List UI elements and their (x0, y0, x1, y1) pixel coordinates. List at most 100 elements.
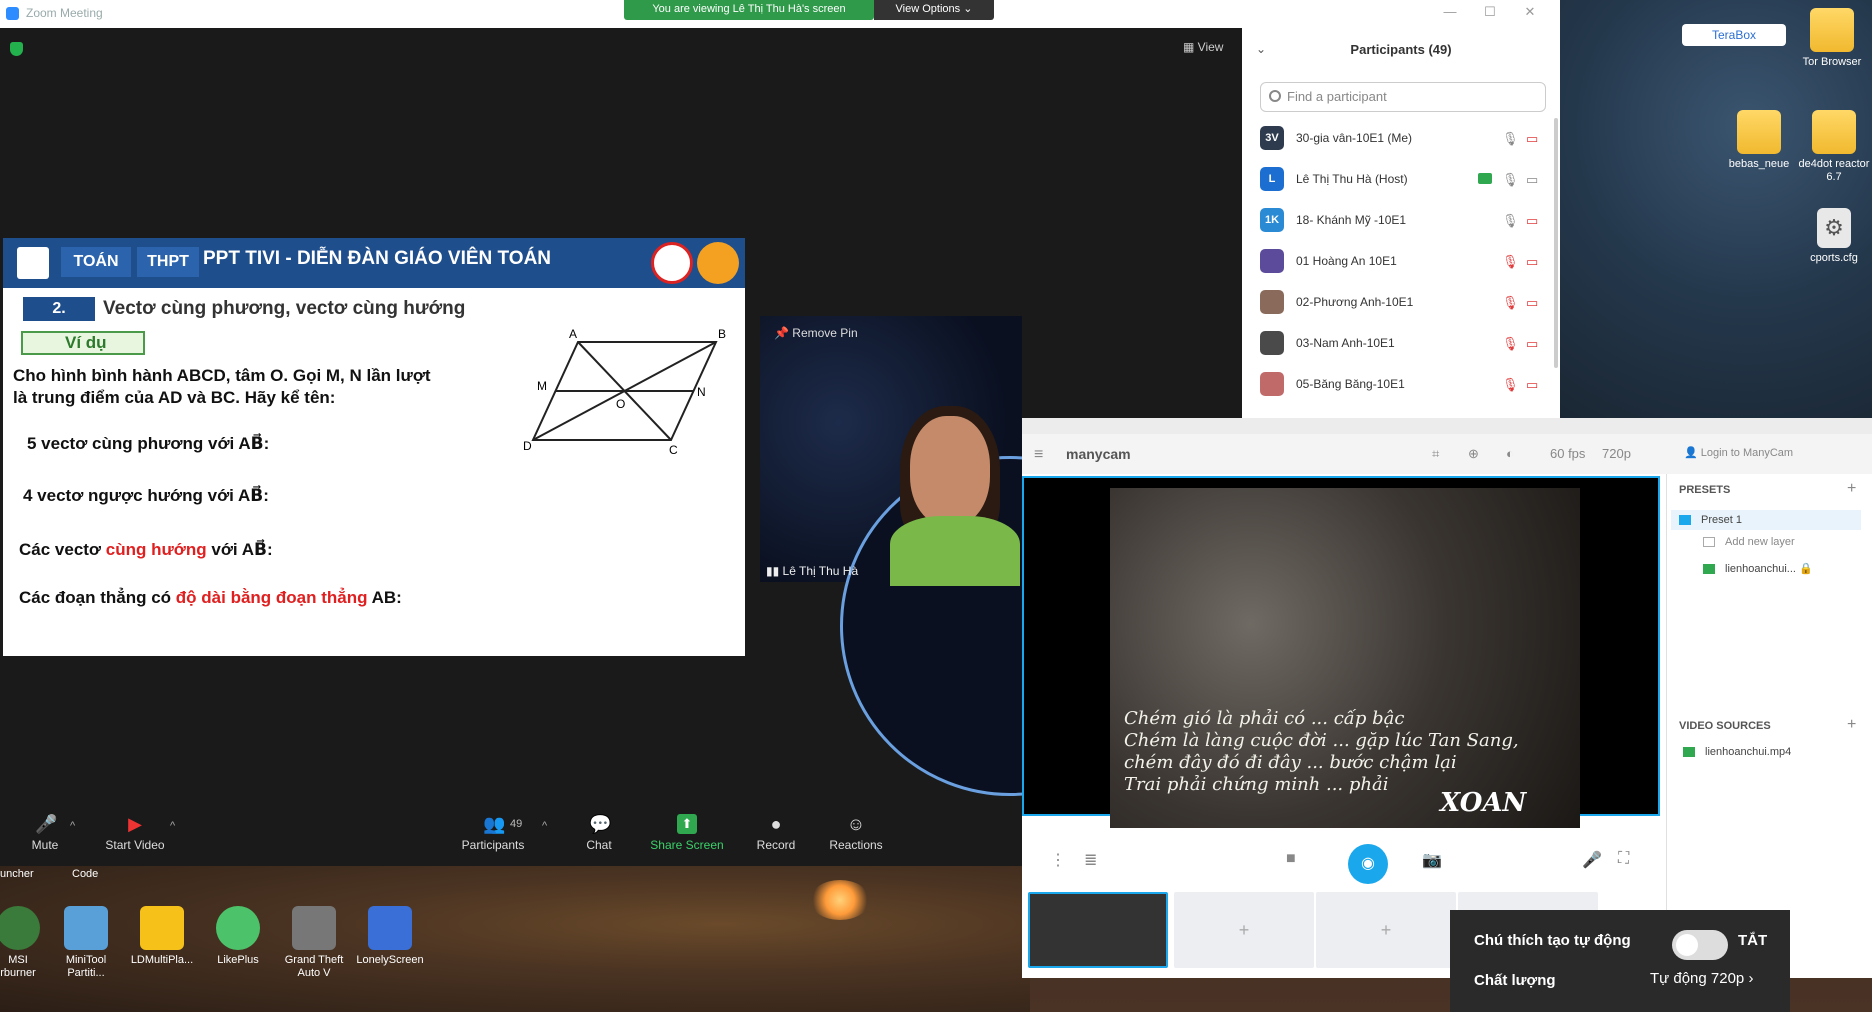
add-preset-slot[interactable]: + (1174, 892, 1314, 968)
participant-name: 18- Khánh Mỹ -10E1 (1296, 213, 1407, 227)
participants-options-chevron[interactable]: ^ (542, 820, 547, 832)
msi-icon (0, 906, 40, 950)
video-off-icon[interactable]: ▭ (1526, 131, 1538, 147)
start-video-button[interactable]: ▶ Start Video (90, 814, 180, 852)
bebas-neue-folder[interactable]: bebas_neue (1721, 110, 1797, 171)
participant-name: Lê Thị Thu Hà (Host) (1296, 172, 1408, 186)
window-controls: — ☐ ✕ (1430, 4, 1560, 24)
question-2: 4 vectơ ngược hướng với AB⃗: (23, 486, 269, 505)
add-source-button[interactable]: + (1847, 716, 1856, 734)
lonelyscreen-shortcut[interactable]: LonelyScreen (352, 906, 428, 967)
svg-text:N: N (697, 385, 706, 399)
hamburger-icon[interactable]: ≡ (1034, 446, 1043, 464)
cports-file[interactable]: ⚙ cports.cfg (1796, 208, 1872, 265)
participant-row[interactable]: L Lê Thị Thu Hà (Host) 🎙 ▭ (1260, 163, 1550, 199)
snapshot-icon[interactable]: 📷 (1422, 850, 1442, 870)
share-screen-button[interactable]: ⬆ Share Screen (642, 814, 732, 852)
microphone-icon[interactable]: 🎙 (1502, 336, 1519, 352)
video-off-icon[interactable]: ▭ (1526, 213, 1538, 229)
microphone-icon[interactable]: 🎤 (1582, 850, 1602, 870)
mute-options-chevron[interactable]: ^ (70, 820, 75, 832)
video-off-icon[interactable]: ▭ (1526, 336, 1538, 352)
video-frame: Chém gió là phải có ... cấp bậc Chém là … (1110, 488, 1580, 828)
manycam-preview[interactable]: Chém gió là phải có ... cấp bậc Chém là … (1022, 476, 1660, 828)
microphone-icon[interactable]: 🎙 (1502, 254, 1519, 270)
add-preset-button[interactable]: + (1847, 480, 1856, 498)
record-button[interactable]: ● Record (731, 814, 821, 852)
video-source-item[interactable]: lienhoanchui.mp4 (1683, 746, 1791, 758)
gta-v-shortcut[interactable]: Grand Theft Auto V (276, 906, 352, 980)
fullscreen-icon[interactable]: ⛶ (1618, 850, 1629, 868)
participants-button[interactable]: 👥 Participants (448, 814, 538, 852)
presenter-video[interactable]: 📌 Remove Pin ▮▮ Lê Thị Thu Hà (760, 316, 1180, 796)
login-link[interactable]: 👤 Login to ManyCam (1684, 446, 1793, 459)
participant-name: 03-Nam Anh-10E1 (1296, 336, 1395, 350)
video-off-icon[interactable]: ▭ (1526, 254, 1538, 270)
participants-scrollbar[interactable] (1554, 118, 1558, 368)
ldmultiplayer-shortcut[interactable]: LDMultiPla... (124, 906, 200, 967)
microphone-icon[interactable]: 🎙 (1502, 377, 1519, 393)
video-off-icon[interactable]: ▭ (1526, 172, 1538, 188)
preset-thumbnail-active[interactable] (1028, 892, 1168, 968)
participant-row[interactable]: 3V 30-gia vân-10E1 (Me) 🎙 ▭ (1260, 122, 1550, 158)
video-off-icon[interactable]: ▭ (1526, 377, 1538, 393)
tor-browser-shortcut[interactable]: Tor Browser (1794, 8, 1870, 69)
zoom-icon[interactable]: ⊕ (1468, 446, 1479, 462)
more-vertical-icon[interactable]: ⋮ (1050, 850, 1066, 870)
microphone-icon[interactable]: 🎙 (1502, 295, 1519, 311)
window-title: Zoom Meeting (26, 6, 103, 20)
microphone-icon: 🎤 (35, 814, 58, 834)
avatar (1260, 249, 1284, 273)
folder-icon (1812, 110, 1856, 154)
participant-row[interactable]: 02-Phương Anh-10E1 🎙 ▭ (1260, 286, 1550, 322)
participant-row[interactable]: 05-Băng Băng-10E1 🎙 ▭ (1260, 368, 1550, 404)
quality-selector[interactable]: Tự động 720p › (1650, 970, 1753, 987)
resolution-selector[interactable]: 720p (1602, 446, 1631, 461)
video-options-chevron[interactable]: ^ (170, 820, 175, 832)
microphone-icon[interactable]: 🎙 (1502, 172, 1519, 188)
add-preset-slot[interactable]: + (1316, 892, 1456, 968)
auto-caption-toggle[interactable] (1672, 930, 1728, 960)
example-label: Ví dụ (21, 331, 145, 355)
mute-button[interactable]: 🎤 Mute (0, 814, 90, 852)
ldplayer-icon (140, 906, 184, 950)
microphone-icon[interactable]: 🎙 (1502, 131, 1519, 147)
question-4: Các đoạn thẳng có độ dài bằng đoạn thẳng… (19, 588, 402, 607)
microphone-icon[interactable]: 🎙 (1502, 213, 1519, 229)
broadcast-button[interactable]: ◉ (1348, 844, 1388, 884)
list-icon[interactable]: ≣ (1084, 850, 1097, 870)
crop-icon[interactable]: ⌗ (1432, 446, 1439, 462)
qr-icon (17, 247, 49, 279)
participant-row[interactable]: 03-Nam Anh-10E1 🎙 ▭ (1260, 327, 1550, 363)
wallpaper-campfire (810, 880, 870, 920)
camera-icon[interactable]: ■ (1286, 850, 1296, 868)
de4dot-folder[interactable]: de4dot reactor 6.7 (1796, 110, 1872, 184)
view-button[interactable]: ▦ View (1183, 40, 1223, 54)
shield-icon[interactable] (10, 42, 23, 56)
chat-button[interactable]: 💬 Chat (554, 814, 644, 852)
record-icon: ● (770, 814, 782, 834)
participant-row[interactable]: 01 Hoàng An 10E1 🎙 ▭ (1260, 245, 1550, 281)
video-off-icon[interactable]: ▭ (1526, 295, 1538, 311)
terabox-shortcut[interactable]: TeraBox (1682, 24, 1786, 46)
remove-pin-button[interactable]: 📌 Remove Pin (774, 326, 858, 340)
presenter-shirt (890, 516, 1020, 586)
svg-text:C: C (669, 443, 678, 457)
auto-caption-label: Chú thích tạo tự động (1474, 932, 1631, 949)
close-button[interactable]: ✕ (1510, 4, 1550, 20)
add-layer-item[interactable]: Add new layer (1703, 536, 1795, 548)
participant-row[interactable]: 1K 18- Khánh Mỹ -10E1 🎙 ▭ (1260, 204, 1550, 240)
participants-header: Participants (49) (1350, 42, 1452, 57)
fps-selector[interactable]: 60 fps (1550, 446, 1585, 461)
reactions-button[interactable]: ☺ Reactions (811, 814, 901, 852)
adjust-icon[interactable]: ◐ (1506, 446, 1514, 461)
layer-file-item[interactable]: lienhoanchui... 🔒 (1703, 562, 1813, 575)
minitool-shortcut[interactable]: MiniTool Partiti... (48, 906, 124, 980)
minimize-button[interactable]: — (1430, 4, 1470, 19)
likeplus-shortcut[interactable]: LikePlus (200, 906, 276, 967)
slide-tab-toan: TOÁN (61, 247, 131, 277)
participant-search-input[interactable]: Find a participant (1260, 82, 1546, 112)
view-options-button[interactable]: View Options ⌄ (874, 0, 994, 20)
maximize-button[interactable]: ☐ (1470, 4, 1510, 20)
preset-1-item[interactable]: Preset 1 (1671, 510, 1861, 530)
